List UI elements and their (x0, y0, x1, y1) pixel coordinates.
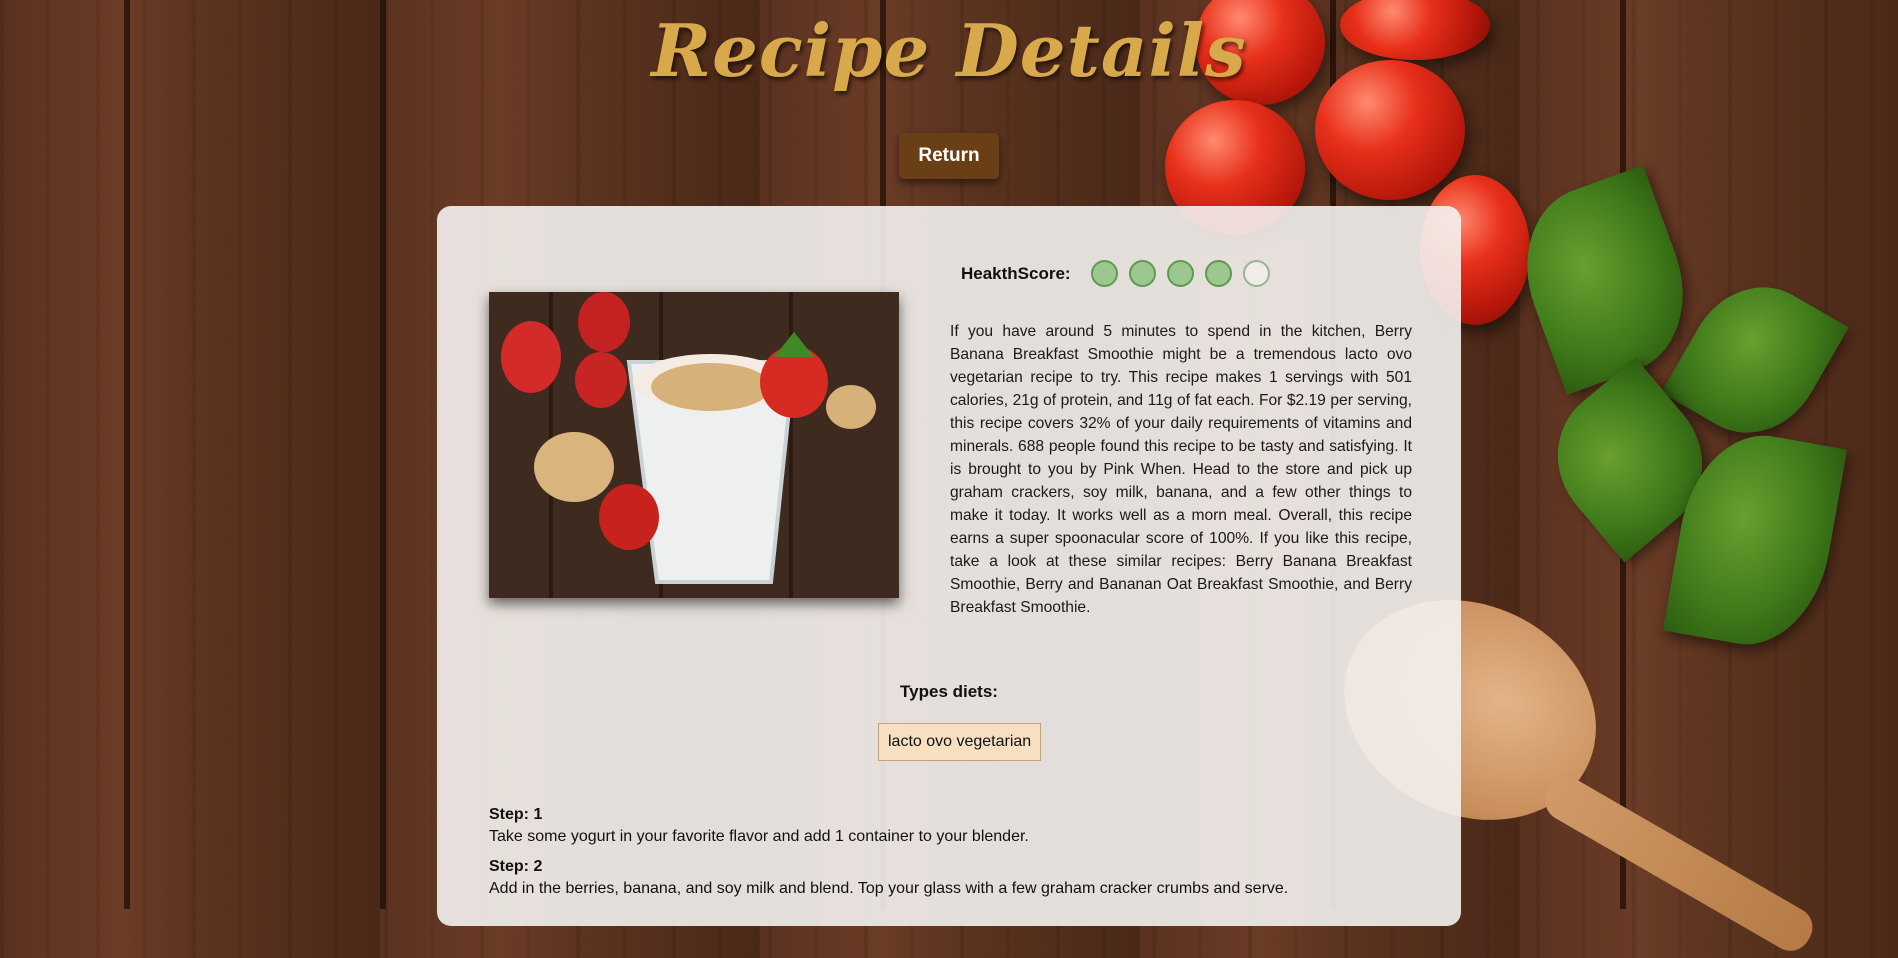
health-dot-filled (1128, 260, 1156, 287)
plank-seam (380, 0, 386, 909)
health-dot-empty (1242, 260, 1270, 287)
page-title: Recipe Details (651, 8, 1247, 93)
step-text: Add in the berries, banana, and soy milk… (489, 880, 1289, 897)
step-title: Step: 2 (489, 858, 543, 875)
recipe-steps: Step: 1 Take some yogurt in your favorit… (489, 806, 1429, 910)
wooden-spoon-handle (1538, 770, 1820, 958)
step-item: Step: 1 Take some yogurt in your favorit… (489, 806, 1429, 846)
health-dot-filled (1166, 260, 1194, 287)
health-score-dots (1090, 260, 1281, 287)
return-button[interactable]: Return (899, 133, 999, 179)
recipe-summary: If you have around 5 minutes to spend in… (950, 323, 1412, 616)
recipe-card: HeakthScore: If you have around 5 minute… (437, 206, 1461, 926)
health-score-label: HeakthScore: (961, 263, 1071, 283)
health-score: HeakthScore: (961, 260, 1281, 287)
recipe-image (489, 292, 899, 598)
step-item: Step: 2 Add in the berries, banana, and … (489, 858, 1429, 898)
plank-seam (124, 0, 130, 909)
step-text: Take some yogurt in your favorite flavor… (489, 828, 1029, 845)
smoothie-image (489, 292, 899, 598)
health-dot-filled (1204, 260, 1232, 287)
diet-chip: lacto ovo vegetarian (878, 723, 1042, 761)
diets-title: Types diets: (900, 682, 998, 701)
basil-leaf-image (1502, 165, 1708, 395)
step-title: Step: 1 (489, 806, 543, 823)
health-dot-filled (1090, 260, 1118, 287)
